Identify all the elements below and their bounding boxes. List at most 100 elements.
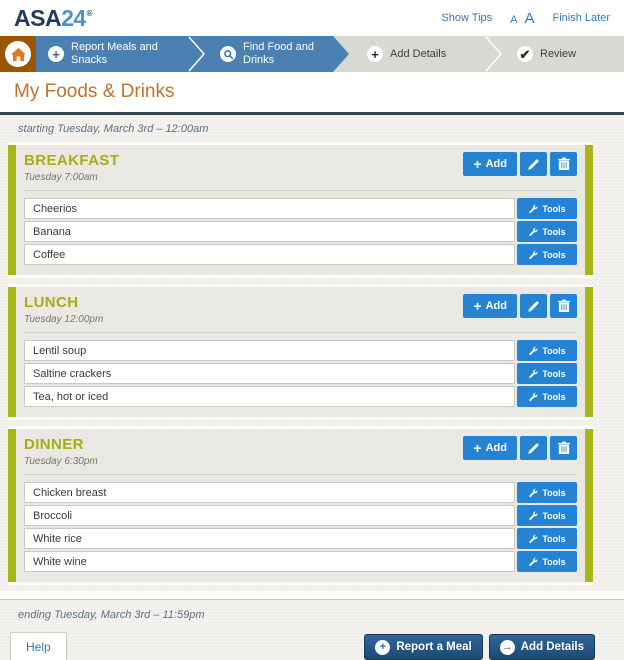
day-start-note: starting Tuesday, March 3rd – 12:00am: [0, 115, 624, 142]
add-button-label: Add: [486, 300, 507, 312]
tools-button[interactable]: Tools: [517, 551, 577, 572]
registered-mark: ®: [87, 9, 92, 18]
step-find-food[interactable]: Find Food and Drinks: [208, 36, 333, 72]
food-name[interactable]: Tea, hot or iced: [24, 386, 515, 407]
tools-button-label: Tools: [542, 511, 565, 521]
tools-button-label: Tools: [542, 227, 565, 237]
food-row: Cheerios Tools: [24, 198, 577, 219]
wrench-icon: [528, 346, 538, 356]
wrench-icon: [528, 534, 538, 544]
show-tips-link[interactable]: Show Tips: [441, 12, 492, 24]
report-a-meal-button[interactable]: + Report a Meal: [364, 634, 482, 660]
wrench-icon: [528, 488, 538, 498]
food-name[interactable]: Coffee: [24, 244, 515, 265]
tools-button-label: Tools: [542, 534, 565, 544]
meal-body: LUNCH Tuesday 12:00pm + Add: [16, 287, 585, 417]
pencil-icon: [527, 300, 540, 313]
food-row: Chicken breast Tools: [24, 482, 577, 503]
meal-buttons: + Add: [463, 294, 577, 318]
logo-text-secondary: 24: [61, 5, 86, 31]
food-name[interactable]: Broccoli: [24, 505, 515, 526]
food-row: Tea, hot or iced Tools: [24, 386, 577, 407]
meal-header: DINNER Tuesday 6:30pm + Add: [24, 436, 577, 467]
food-name[interactable]: Chicken breast: [24, 482, 515, 503]
list-footer-strip: [0, 591, 624, 600]
meal-title: DINNER: [24, 436, 98, 453]
trash-icon: [558, 157, 570, 171]
tools-button[interactable]: Tools: [517, 198, 577, 219]
arrow-separator-icon: [333, 36, 355, 72]
food-row: Saltine crackers Tools: [24, 363, 577, 384]
food-rows: Chicken breast Tools Broccoli Tools Whit…: [24, 482, 577, 572]
edit-meal-button[interactable]: [520, 294, 547, 318]
meal-separator: [24, 190, 577, 191]
font-size-controls: A A: [510, 10, 534, 27]
finish-later-link[interactable]: Finish Later: [553, 12, 610, 24]
add-food-button[interactable]: + Add: [463, 436, 517, 460]
step-review[interactable]: ✔ Review: [505, 36, 624, 72]
step-add-details[interactable]: + Add Details: [355, 36, 483, 72]
arrow-right-icon: →: [500, 640, 515, 655]
title-bar: My Foods & Drinks: [0, 72, 624, 112]
edit-meal-button[interactable]: [520, 152, 547, 176]
add-details-button[interactable]: → Add Details: [489, 634, 595, 660]
food-name[interactable]: Lentil soup: [24, 340, 515, 361]
tools-button-label: Tools: [542, 204, 565, 214]
meal-right-bar: [585, 145, 593, 275]
meal-right-bar: [585, 287, 593, 417]
plus-icon: +: [48, 46, 64, 62]
wrench-icon: [528, 511, 538, 521]
pencil-icon: [527, 158, 540, 171]
step-label: Review: [540, 48, 576, 61]
delete-meal-button[interactable]: [550, 436, 577, 460]
food-row: Banana Tools: [24, 221, 577, 242]
food-name[interactable]: White rice: [24, 528, 515, 549]
tools-button[interactable]: Tools: [517, 482, 577, 503]
tools-button[interactable]: Tools: [517, 386, 577, 407]
progress-nav: + Report Meals and Snacks Find Food and …: [0, 36, 624, 72]
meal-title: LUNCH: [24, 294, 103, 311]
add-food-button[interactable]: + Add: [463, 152, 517, 176]
meal-body: BREAKFAST Tuesday 7:00am + Add: [16, 145, 585, 275]
day-end-note: ending Tuesday, March 3rd – 11:59pm: [18, 609, 624, 621]
meal-left-bar: [8, 429, 16, 582]
bottom-actions: Help + Report a Meal → Add Details: [0, 632, 624, 660]
delete-meal-button[interactable]: [550, 152, 577, 176]
tools-button[interactable]: Tools: [517, 528, 577, 549]
home-button[interactable]: [0, 36, 36, 72]
tools-button[interactable]: Tools: [517, 340, 577, 361]
tools-button[interactable]: Tools: [517, 244, 577, 265]
header-links: Show Tips A A Finish Later: [441, 10, 610, 27]
font-size-large-button[interactable]: A: [525, 10, 535, 27]
asa24-logo: ASA24®: [14, 5, 92, 32]
meal-left-bar: [8, 145, 16, 275]
home-icon: [5, 41, 31, 67]
meal-header: LUNCH Tuesday 12:00pm + Add: [24, 294, 577, 325]
tools-button[interactable]: Tools: [517, 505, 577, 526]
food-name[interactable]: Cheerios: [24, 198, 515, 219]
meal-time: Tuesday 12:00pm: [24, 314, 103, 325]
step-report-meals[interactable]: + Report Meals and Snacks: [36, 36, 186, 72]
tools-button[interactable]: Tools: [517, 221, 577, 242]
food-row: White wine Tools: [24, 551, 577, 572]
edit-meal-button[interactable]: [520, 436, 547, 460]
delete-meal-button[interactable]: [550, 294, 577, 318]
food-name[interactable]: Banana: [24, 221, 515, 242]
wrench-icon: [528, 250, 538, 260]
add-button-label: Add: [486, 442, 507, 454]
meal-time: Tuesday 7:00am: [24, 172, 119, 183]
add-food-button[interactable]: + Add: [463, 294, 517, 318]
food-name[interactable]: Saltine crackers: [24, 363, 515, 384]
chevron-separator-icon: [483, 36, 505, 72]
tools-button[interactable]: Tools: [517, 363, 577, 384]
meal-buttons: + Add: [463, 152, 577, 176]
tools-button-label: Tools: [542, 250, 565, 260]
help-button[interactable]: Help: [10, 632, 67, 660]
plus-icon: +: [473, 157, 481, 171]
chevron-separator-icon: [186, 36, 208, 72]
meal-separator: [24, 474, 577, 475]
meal-right-bar: [585, 429, 593, 582]
plus-icon: +: [473, 299, 481, 313]
food-name[interactable]: White wine: [24, 551, 515, 572]
font-size-small-button[interactable]: A: [510, 14, 517, 26]
